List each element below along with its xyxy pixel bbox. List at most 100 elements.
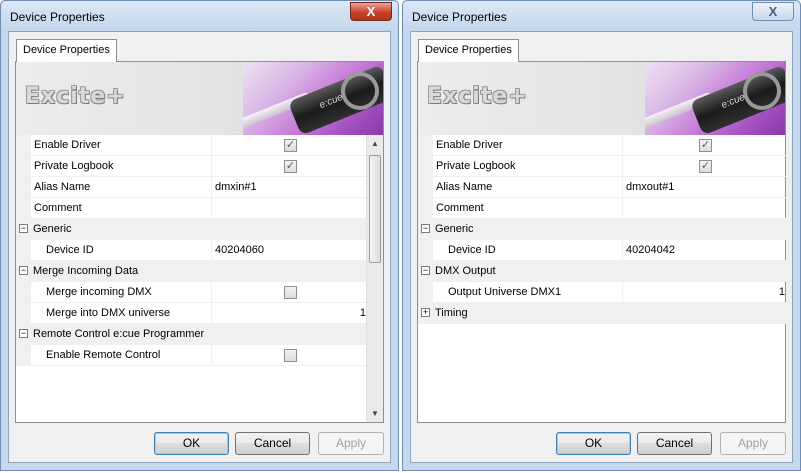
- banner: Excite+ e:cue: [418, 62, 785, 135]
- property-value[interactable]: [623, 198, 626, 218]
- property-grid: Enable Driver ✓ Private Logbook ✓ Alias Name…: [16, 135, 383, 366]
- scroll-down-arrow-icon[interactable]: ▼: [367, 405, 383, 422]
- property-name: Enable Driver: [34, 135, 212, 155]
- apply-button[interactable]: Apply: [318, 432, 384, 455]
- dialog-client-area: Device Properties Excite+ e:cue Enable D…: [8, 31, 391, 463]
- checkbox-checked[interactable]: ✓: [284, 139, 297, 152]
- title-bar[interactable]: Device Properties X: [403, 1, 800, 31]
- category-row[interactable]: + Timing: [418, 303, 789, 324]
- category-label: Merge Incoming Data: [33, 265, 139, 277]
- category-row[interactable]: − Remote Control e:cue Programmer: [16, 324, 370, 345]
- scroll-up-arrow-icon[interactable]: ▲: [367, 135, 383, 152]
- property-name: Private Logbook: [436, 156, 623, 176]
- tab-panel: Excite+ e:cue Enable Driver ✓ Private Logb…: [15, 61, 384, 423]
- property-name: Merge incoming DMX: [46, 282, 212, 302]
- property-row[interactable]: Device ID 40204042: [418, 240, 789, 261]
- vertical-scrollbar[interactable]: ▲ ▼: [366, 135, 383, 422]
- category-row[interactable]: − DMX Output: [418, 261, 789, 282]
- connector-photo: e:cue: [645, 62, 785, 135]
- property-value[interactable]: 1: [779, 282, 785, 302]
- row-gutter: [16, 282, 31, 302]
- category-row[interactable]: − Generic: [418, 219, 789, 240]
- property-name: Alias Name: [436, 177, 623, 197]
- ok-button[interactable]: OK: [154, 432, 229, 455]
- property-grid: Enable Driver ✓ Private Logbook ✓ Alias Name…: [418, 135, 789, 324]
- property-value[interactable]: 40204060: [212, 240, 264, 260]
- dialog-client-area: Device Properties Excite+ e:cue Enable D…: [410, 31, 793, 463]
- property-value[interactable]: 40204042: [623, 240, 675, 260]
- property-row[interactable]: Merge incoming DMX: [16, 282, 370, 303]
- property-row[interactable]: Output Universe DMX1 1: [418, 282, 789, 303]
- excite-logo: Excite+: [427, 84, 528, 109]
- category-label: DMX Output: [435, 265, 496, 277]
- collapse-icon[interactable]: −: [421, 224, 430, 233]
- ok-button[interactable]: OK: [556, 432, 631, 455]
- property-name: Device ID: [46, 240, 212, 260]
- property-row[interactable]: Private Logbook ✓: [418, 156, 789, 177]
- row-gutter: [16, 177, 31, 197]
- collapse-icon[interactable]: −: [421, 266, 430, 275]
- checkbox-unchecked[interactable]: [284, 286, 297, 299]
- property-name: Output Universe DMX1: [448, 282, 623, 302]
- property-name: Comment: [34, 198, 212, 218]
- property-row[interactable]: Alias Name dmxin#1: [16, 177, 370, 198]
- property-name: Device ID: [448, 240, 623, 260]
- tab-device-properties[interactable]: Device Properties: [418, 39, 519, 62]
- row-gutter: [418, 156, 433, 176]
- close-button[interactable]: X: [350, 2, 392, 21]
- checkbox-checked[interactable]: ✓: [699, 139, 712, 152]
- property-value[interactable]: dmxin#1: [212, 177, 257, 197]
- category-label: Generic: [33, 223, 72, 235]
- collapse-icon[interactable]: −: [19, 224, 28, 233]
- title-bar[interactable]: Device Properties X: [1, 1, 398, 31]
- banner: Excite+ e:cue: [16, 62, 383, 135]
- property-name: Merge into DMX universe: [46, 303, 212, 323]
- tab-device-properties[interactable]: Device Properties: [16, 39, 117, 62]
- property-name: Enable Remote Control: [46, 345, 212, 365]
- property-row[interactable]: Enable Driver ✓: [418, 135, 789, 156]
- expand-icon[interactable]: +: [421, 308, 430, 317]
- property-row[interactable]: Alias Name dmxout#1: [418, 177, 789, 198]
- property-row[interactable]: Merge into DMX universe 1: [16, 303, 370, 324]
- row-gutter: [418, 198, 433, 218]
- checkbox-unchecked[interactable]: [284, 349, 297, 362]
- scrollbar-thumb[interactable]: [369, 155, 381, 263]
- window-title: Device Properties: [10, 10, 105, 24]
- row-gutter: [418, 177, 433, 197]
- category-row[interactable]: − Generic: [16, 219, 370, 240]
- device-properties-dialog-right: Device Properties X Device Properties Ex…: [402, 0, 801, 471]
- row-gutter: [16, 240, 31, 260]
- property-row[interactable]: Enable Remote Control: [16, 345, 370, 366]
- collapse-icon[interactable]: −: [19, 266, 28, 275]
- category-label: Timing: [435, 307, 468, 319]
- apply-button[interactable]: Apply: [720, 432, 786, 455]
- collapse-icon[interactable]: −: [19, 329, 28, 338]
- property-row[interactable]: Comment: [418, 198, 789, 219]
- row-gutter: [418, 282, 433, 302]
- property-row[interactable]: Comment: [16, 198, 370, 219]
- property-name: Enable Driver: [436, 135, 623, 155]
- tab-panel: Excite+ e:cue Enable Driver ✓ Private Logb…: [417, 61, 789, 423]
- cancel-button[interactable]: Cancel: [637, 432, 712, 455]
- property-row[interactable]: Device ID 40204060: [16, 240, 370, 261]
- property-value[interactable]: [212, 198, 215, 218]
- cancel-button[interactable]: Cancel: [235, 432, 310, 455]
- checkbox-checked[interactable]: ✓: [699, 160, 712, 173]
- property-name: Comment: [436, 198, 623, 218]
- category-label: Generic: [435, 223, 474, 235]
- row-gutter: [418, 240, 433, 260]
- connector-photo: e:cue: [243, 62, 383, 135]
- property-row[interactable]: Private Logbook ✓: [16, 156, 370, 177]
- row-gutter: [16, 135, 31, 155]
- property-name: Alias Name: [34, 177, 212, 197]
- close-button[interactable]: X: [752, 2, 794, 21]
- checkbox-checked[interactable]: ✓: [284, 160, 297, 173]
- row-gutter: [16, 156, 31, 176]
- window-title: Device Properties: [412, 10, 507, 24]
- property-row[interactable]: Enable Driver ✓: [16, 135, 370, 156]
- property-name: Private Logbook: [34, 156, 212, 176]
- row-gutter: [16, 303, 31, 323]
- property-value[interactable]: dmxout#1: [623, 177, 674, 197]
- row-gutter: [418, 135, 433, 155]
- category-row[interactable]: − Merge Incoming Data: [16, 261, 370, 282]
